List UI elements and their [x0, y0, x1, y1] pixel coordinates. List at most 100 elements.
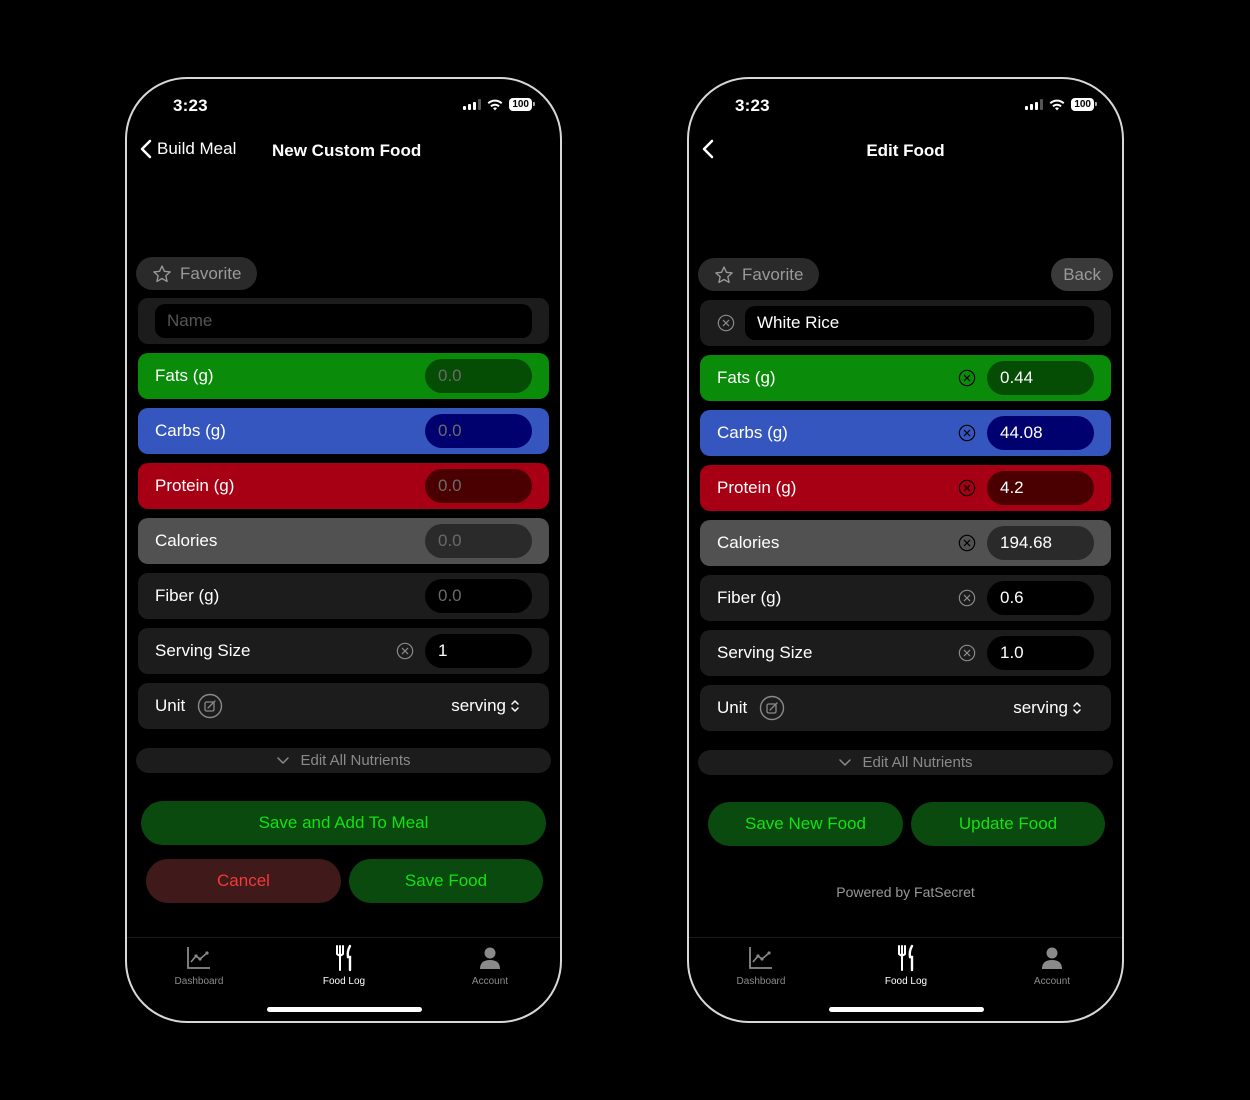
- favorite-button[interactable]: Favorite: [136, 257, 258, 290]
- clear-icon[interactable]: [958, 369, 976, 387]
- name-input[interactable]: Name: [155, 304, 532, 338]
- chevron-left-icon: [702, 139, 714, 159]
- name-row: Name: [138, 298, 549, 344]
- edit-all-label: Edit All Nutrients: [862, 754, 973, 771]
- serving-size-row: Serving Size 1.0: [700, 630, 1111, 676]
- fiber-input[interactable]: 0.0: [425, 579, 532, 613]
- tab-food-log[interactable]: Food Log: [299, 944, 389, 987]
- chevron-up-down-icon: [1073, 702, 1081, 714]
- fats-label: Fats (g): [717, 368, 776, 387]
- back-pill-button[interactable]: Back: [1051, 258, 1113, 291]
- edit-unit-icon[interactable]: [759, 695, 785, 721]
- fats-label: Fats (g): [155, 366, 214, 385]
- home-indicator[interactable]: [829, 1007, 984, 1012]
- page-title: Edit Food: [866, 141, 945, 160]
- protein-row: Protein (g) 0.0: [138, 463, 549, 509]
- name-input[interactable]: White Rice: [745, 306, 1094, 340]
- cancel-button[interactable]: Cancel: [146, 859, 341, 903]
- unit-picker[interactable]: serving: [1013, 698, 1082, 718]
- back-button[interactable]: [701, 139, 715, 159]
- clear-icon[interactable]: [396, 642, 414, 660]
- fats-row: Fats (g) 0.44: [700, 355, 1111, 401]
- serving-size-label: Serving Size: [717, 643, 813, 662]
- fiber-label: Fiber (g): [717, 588, 782, 607]
- unit-row: Unit serving: [138, 683, 549, 729]
- status-icons: 100: [1025, 98, 1097, 111]
- signal-icon: [463, 99, 482, 110]
- save-food-button[interactable]: Save Food: [349, 859, 543, 903]
- clear-icon[interactable]: [958, 534, 976, 552]
- tab-account[interactable]: Account: [445, 944, 535, 987]
- battery-icon: 100: [1071, 98, 1097, 111]
- chart-line-icon: [749, 947, 772, 969]
- serving-size-input[interactable]: 1: [425, 634, 532, 668]
- tab-label: Account: [1033, 976, 1071, 987]
- tab-account[interactable]: Account: [1007, 944, 1097, 987]
- unit-label: Unit: [155, 696, 186, 715]
- status-time: 3:23: [173, 96, 208, 115]
- update-food-button[interactable]: Update Food: [911, 802, 1105, 846]
- clear-icon[interactable]: [958, 424, 976, 442]
- clear-icon[interactable]: [958, 644, 976, 662]
- fats-input[interactable]: 0.44: [987, 361, 1094, 395]
- chevron-left-icon: [140, 139, 152, 159]
- food-form: White Rice Fats (g) 0.44 Carbs (g) 44.08…: [700, 300, 1111, 740]
- back-button[interactable]: Build Meal: [139, 139, 236, 159]
- favorite-label: Favorite: [742, 264, 804, 284]
- tab-dashboard[interactable]: Dashboard: [154, 944, 244, 987]
- protein-input[interactable]: 4.2: [987, 471, 1094, 505]
- calories-input[interactable]: 0.0: [425, 524, 532, 558]
- fats-input[interactable]: 0.0: [425, 359, 532, 393]
- tab-bar: Dashboard Food Log Account: [127, 937, 560, 997]
- fork-knife-icon: [898, 944, 914, 972]
- carbs-label: Carbs (g): [155, 421, 226, 440]
- clear-icon[interactable]: [958, 589, 976, 607]
- tab-food-log[interactable]: Food Log: [861, 944, 951, 987]
- tab-label: Food Log: [322, 976, 366, 987]
- unit-row: Unit serving: [700, 685, 1111, 731]
- carbs-row: Carbs (g) 0.0: [138, 408, 549, 454]
- chevron-up-down-icon: [511, 700, 519, 712]
- favorite-label: Favorite: [180, 263, 242, 283]
- name-row: White Rice: [700, 300, 1111, 346]
- fiber-row: Fiber (g) 0.6: [700, 575, 1111, 621]
- unit-label: Unit: [717, 698, 748, 717]
- person-icon: [1042, 947, 1062, 969]
- calories-input[interactable]: 194.68: [987, 526, 1094, 560]
- calories-row: Calories 194.68: [700, 520, 1111, 566]
- serving-size-row: Serving Size 1: [138, 628, 549, 674]
- phone-new-custom-food: 3:23 100 Build Meal New Custom Food Favo…: [125, 77, 562, 1023]
- wifi-icon: [1049, 99, 1065, 110]
- phone-edit-food: 3:23 100 Edit Food Favorite Back White R…: [687, 77, 1124, 1023]
- status-time: 3:23: [735, 96, 770, 115]
- calories-label: Calories: [155, 531, 218, 550]
- fiber-input[interactable]: 0.6: [987, 581, 1094, 615]
- home-indicator[interactable]: [267, 1007, 422, 1012]
- serving-size-input[interactable]: 1.0: [987, 636, 1094, 670]
- nav-bar: Build Meal New Custom Food: [127, 135, 560, 167]
- carbs-row: Carbs (g) 44.08: [700, 410, 1111, 456]
- carbs-input[interactable]: 0.0: [425, 414, 532, 448]
- star-icon: [715, 265, 733, 283]
- protein-input[interactable]: 0.0: [425, 469, 532, 503]
- clear-icon[interactable]: [958, 479, 976, 497]
- edit-unit-icon[interactable]: [197, 693, 223, 719]
- unit-picker[interactable]: serving: [451, 696, 520, 716]
- clear-icon[interactable]: [717, 314, 735, 332]
- save-new-food-button[interactable]: Save New Food: [708, 802, 903, 846]
- signal-icon: [1025, 99, 1044, 110]
- fiber-label: Fiber (g): [155, 586, 220, 605]
- star-icon: [153, 264, 171, 282]
- edit-all-nutrients-button[interactable]: Edit All Nutrients: [698, 750, 1113, 775]
- carbs-input[interactable]: 44.08: [987, 416, 1094, 450]
- tab-label: Account: [471, 976, 509, 987]
- save-and-add-button[interactable]: Save and Add To Meal: [141, 801, 546, 845]
- favorite-button[interactable]: Favorite: [698, 258, 820, 291]
- page-title: New Custom Food: [272, 141, 422, 160]
- edit-all-nutrients-button[interactable]: Edit All Nutrients: [136, 748, 551, 773]
- protein-label: Protein (g): [155, 476, 235, 495]
- chevron-down-icon: [277, 756, 290, 764]
- tab-label: Dashboard: [736, 976, 786, 987]
- battery-icon: 100: [509, 98, 535, 111]
- tab-dashboard[interactable]: Dashboard: [716, 944, 806, 987]
